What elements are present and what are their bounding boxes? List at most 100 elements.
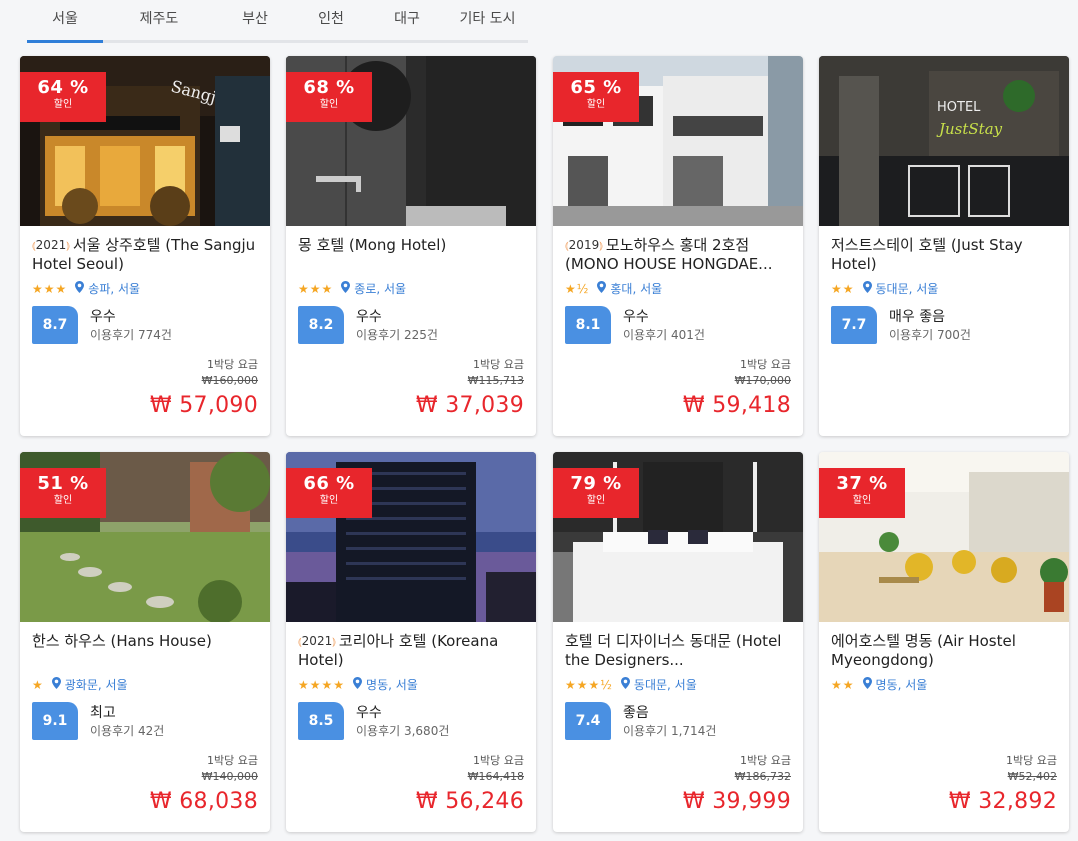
- original-price: ₩170,000: [734, 374, 791, 387]
- hotel-photo[interactable]: HOTEL JustStay: [819, 56, 1069, 226]
- hotel-name[interactable]: 저스트스테이 호텔 (Just Stay Hotel): [831, 236, 1059, 274]
- review-score-label: 우수: [90, 309, 116, 325]
- location-pin-icon: [862, 281, 876, 296]
- hotel-name[interactable]: ⦅ 2021 ⦆ 코리아나 호텔 (Koreana Hotel): [298, 632, 526, 670]
- discount-percent: 68 %: [303, 77, 355, 98]
- city-tabs: 서울 제주도 부산 인천 대구 기타 도시: [27, 0, 528, 43]
- hotel-name[interactable]: 한스 하우스 (Hans House): [32, 632, 260, 651]
- tab-2[interactable]: 제주도: [103, 0, 215, 40]
- hotel-name[interactable]: ⦅ 2021 ⦆ 서울 상주호텔 (The Sangju Hotel Seoul): [32, 236, 260, 274]
- tab-5[interactable]: 대구: [367, 0, 447, 40]
- hotel-name-text: 한스 하우스 (Hans House): [32, 632, 212, 650]
- discount-badge: 68 % 할인: [286, 72, 372, 122]
- hotel-card[interactable]: 66 % 할인 ⦅ 2021 ⦆ 코리아나 호텔 (Koreana Hotel) ★★…: [286, 452, 536, 832]
- discounted-price: ₩ 68,038: [149, 789, 258, 814]
- location-pin-icon: [620, 677, 634, 692]
- discounted-price: ₩ 39,999: [682, 789, 791, 814]
- hotel-name[interactable]: 몽 호텔 (Mong Hotel): [298, 236, 526, 255]
- per-night-label: 1박당 요금: [740, 754, 791, 767]
- per-night-label: 1박당 요금: [207, 358, 258, 371]
- hotel-location[interactable]: 홍대, 서울: [610, 280, 662, 297]
- hotel-card[interactable]: 79 % 할인 호텔 더 디자이너스 동대문 (Hotel the Design…: [553, 452, 803, 832]
- discount-percent: 79 %: [570, 473, 622, 494]
- original-price: ₩115,713: [467, 374, 524, 387]
- tab-1[interactable]: 서울: [27, 0, 103, 43]
- per-night-label: 1박당 요금: [473, 754, 524, 767]
- hotel-location[interactable]: 명동, 서울: [876, 676, 928, 693]
- hotel-card[interactable]: 37 % 할인 에어호스텔 명동 (Air Hostel Myeongdong)…: [819, 452, 1069, 832]
- meta-row: ★★★½ 동대문, 서울: [565, 676, 697, 693]
- per-night-label: 1박당 요금: [473, 358, 524, 371]
- per-night-label: 1박당 요금: [740, 358, 791, 371]
- hotel-card[interactable]: 51 % 할인 한스 하우스 (Hans House) ★ 광화문, 서울 9.…: [20, 452, 270, 832]
- discount-label: 할인: [852, 495, 872, 506]
- review-score: 7.4: [565, 702, 611, 740]
- review-count[interactable]: 이용후기 225건: [356, 326, 438, 343]
- original-price: ₩140,000: [201, 770, 258, 783]
- review-count[interactable]: 이용후기 774건: [90, 326, 172, 343]
- discount-badge: 66 % 할인: [286, 468, 372, 518]
- original-price: ₩160,000: [201, 374, 258, 387]
- star-rating-icon: ★★★½: [565, 677, 613, 692]
- star-rating-icon: ★★★: [32, 281, 68, 296]
- hotel-name-text: 에어호스텔 명동 (Air Hostel Myeongdong): [831, 632, 1016, 669]
- hotel-location[interactable]: 종로, 서울: [354, 280, 406, 297]
- hotel-card[interactable]: 65 % 할인 ⦅ 2019 ⦆ 모노하우스 홍대 2호점 (MONO HOUSE H…: [553, 56, 803, 436]
- hotel-name-text: 몽 호텔 (Mong Hotel): [298, 236, 447, 254]
- hotel-location[interactable]: 동대문, 서울: [634, 676, 697, 693]
- review-count[interactable]: 이용후기 42건: [90, 722, 164, 739]
- review-score: 8.2: [298, 306, 344, 344]
- award-badge: ⦅ 2021 ⦆: [298, 632, 336, 651]
- discount-label: 할인: [53, 99, 73, 110]
- discount-badge: 64 % 할인: [20, 72, 106, 122]
- hotel-location[interactable]: 광화문, 서울: [65, 676, 128, 693]
- hotel-name[interactable]: 에어호스텔 명동 (Air Hostel Myeongdong): [831, 632, 1059, 670]
- discounted-price: ₩ 56,246: [415, 789, 524, 814]
- location-pin-icon: [51, 677, 65, 692]
- review-count[interactable]: 이용후기 3,680건: [356, 722, 449, 739]
- hotel-name-text: 저스트스테이 호텔 (Just Stay Hotel): [831, 236, 1023, 273]
- review-score: 8.7: [32, 306, 78, 344]
- review-score-label: 좋음: [623, 705, 649, 721]
- review-count[interactable]: 이용후기 700건: [889, 326, 971, 343]
- discounted-price: ₩ 59,418: [682, 393, 791, 418]
- tab-6[interactable]: 기타 도시: [447, 0, 528, 40]
- discount-badge: 65 % 할인: [553, 72, 639, 122]
- hotel-card[interactable]: 68 % 할인 몽 호텔 (Mong Hotel) ★★★ 종로, 서울 8.2…: [286, 56, 536, 436]
- award-badge: ⦅ 2019 ⦆: [565, 236, 603, 255]
- hotel-card[interactable]: Sangju Hotel 64 % 할인 ⦅2021⦆서울 상주호텔 (The …: [20, 56, 270, 436]
- svg-text:HOTEL: HOTEL: [937, 100, 981, 115]
- review-score: 8.1: [565, 306, 611, 344]
- review-score-label: 매우 좋음: [889, 309, 945, 325]
- hotel-name[interactable]: 호텔 더 디자이너스 동대문 (Hotel the Designers...: [565, 632, 793, 670]
- discount-label: 할인: [319, 99, 339, 110]
- review-count[interactable]: 이용후기 1,714건: [623, 722, 716, 739]
- discount-label: 할인: [586, 99, 606, 110]
- hotel-location[interactable]: 명동, 서울: [366, 676, 418, 693]
- discount-label: 할인: [319, 495, 339, 506]
- laurel-right-icon: ⦆: [332, 635, 336, 648]
- hotel-card[interactable]: HOTEL JustStay 저스트스테이 호텔 (Just Stay Hote…: [819, 56, 1069, 436]
- hotel-name[interactable]: ⦅ 2019 ⦆ 모노하우스 홍대 2호점 (MONO HOUSE HONGDAE..…: [565, 236, 793, 274]
- discount-percent: 64 %: [37, 77, 89, 98]
- laurel-right-icon: ⦆: [66, 239, 70, 252]
- meta-row: ★★★★ 명동, 서울: [298, 676, 418, 693]
- review-count[interactable]: 이용후기 401건: [623, 326, 705, 343]
- review-score-label: 최고: [90, 705, 116, 721]
- award-year: 2021: [301, 634, 333, 648]
- tab-4[interactable]: 인천: [295, 0, 367, 40]
- discounted-price: ₩ 32,892: [948, 789, 1057, 814]
- hotel-location[interactable]: 동대문, 서울: [876, 280, 939, 297]
- review-score: 8.5: [298, 702, 344, 740]
- tab-3[interactable]: 부산: [215, 0, 295, 40]
- hotel-location[interactable]: 송파, 서울: [88, 280, 140, 297]
- review-score: 9.1: [32, 702, 78, 740]
- original-price: ₩164,418: [467, 770, 524, 783]
- meta-row: ★★ 동대문, 서울: [831, 280, 938, 297]
- discount-percent: 51 %: [37, 473, 89, 494]
- star-rating-icon: ★: [32, 677, 44, 692]
- discount-badge: 79 % 할인: [553, 468, 639, 518]
- review-score-label: 우수: [356, 309, 382, 325]
- discount-badge: 37 % 할인: [819, 468, 905, 518]
- discount-label: 할인: [53, 495, 73, 506]
